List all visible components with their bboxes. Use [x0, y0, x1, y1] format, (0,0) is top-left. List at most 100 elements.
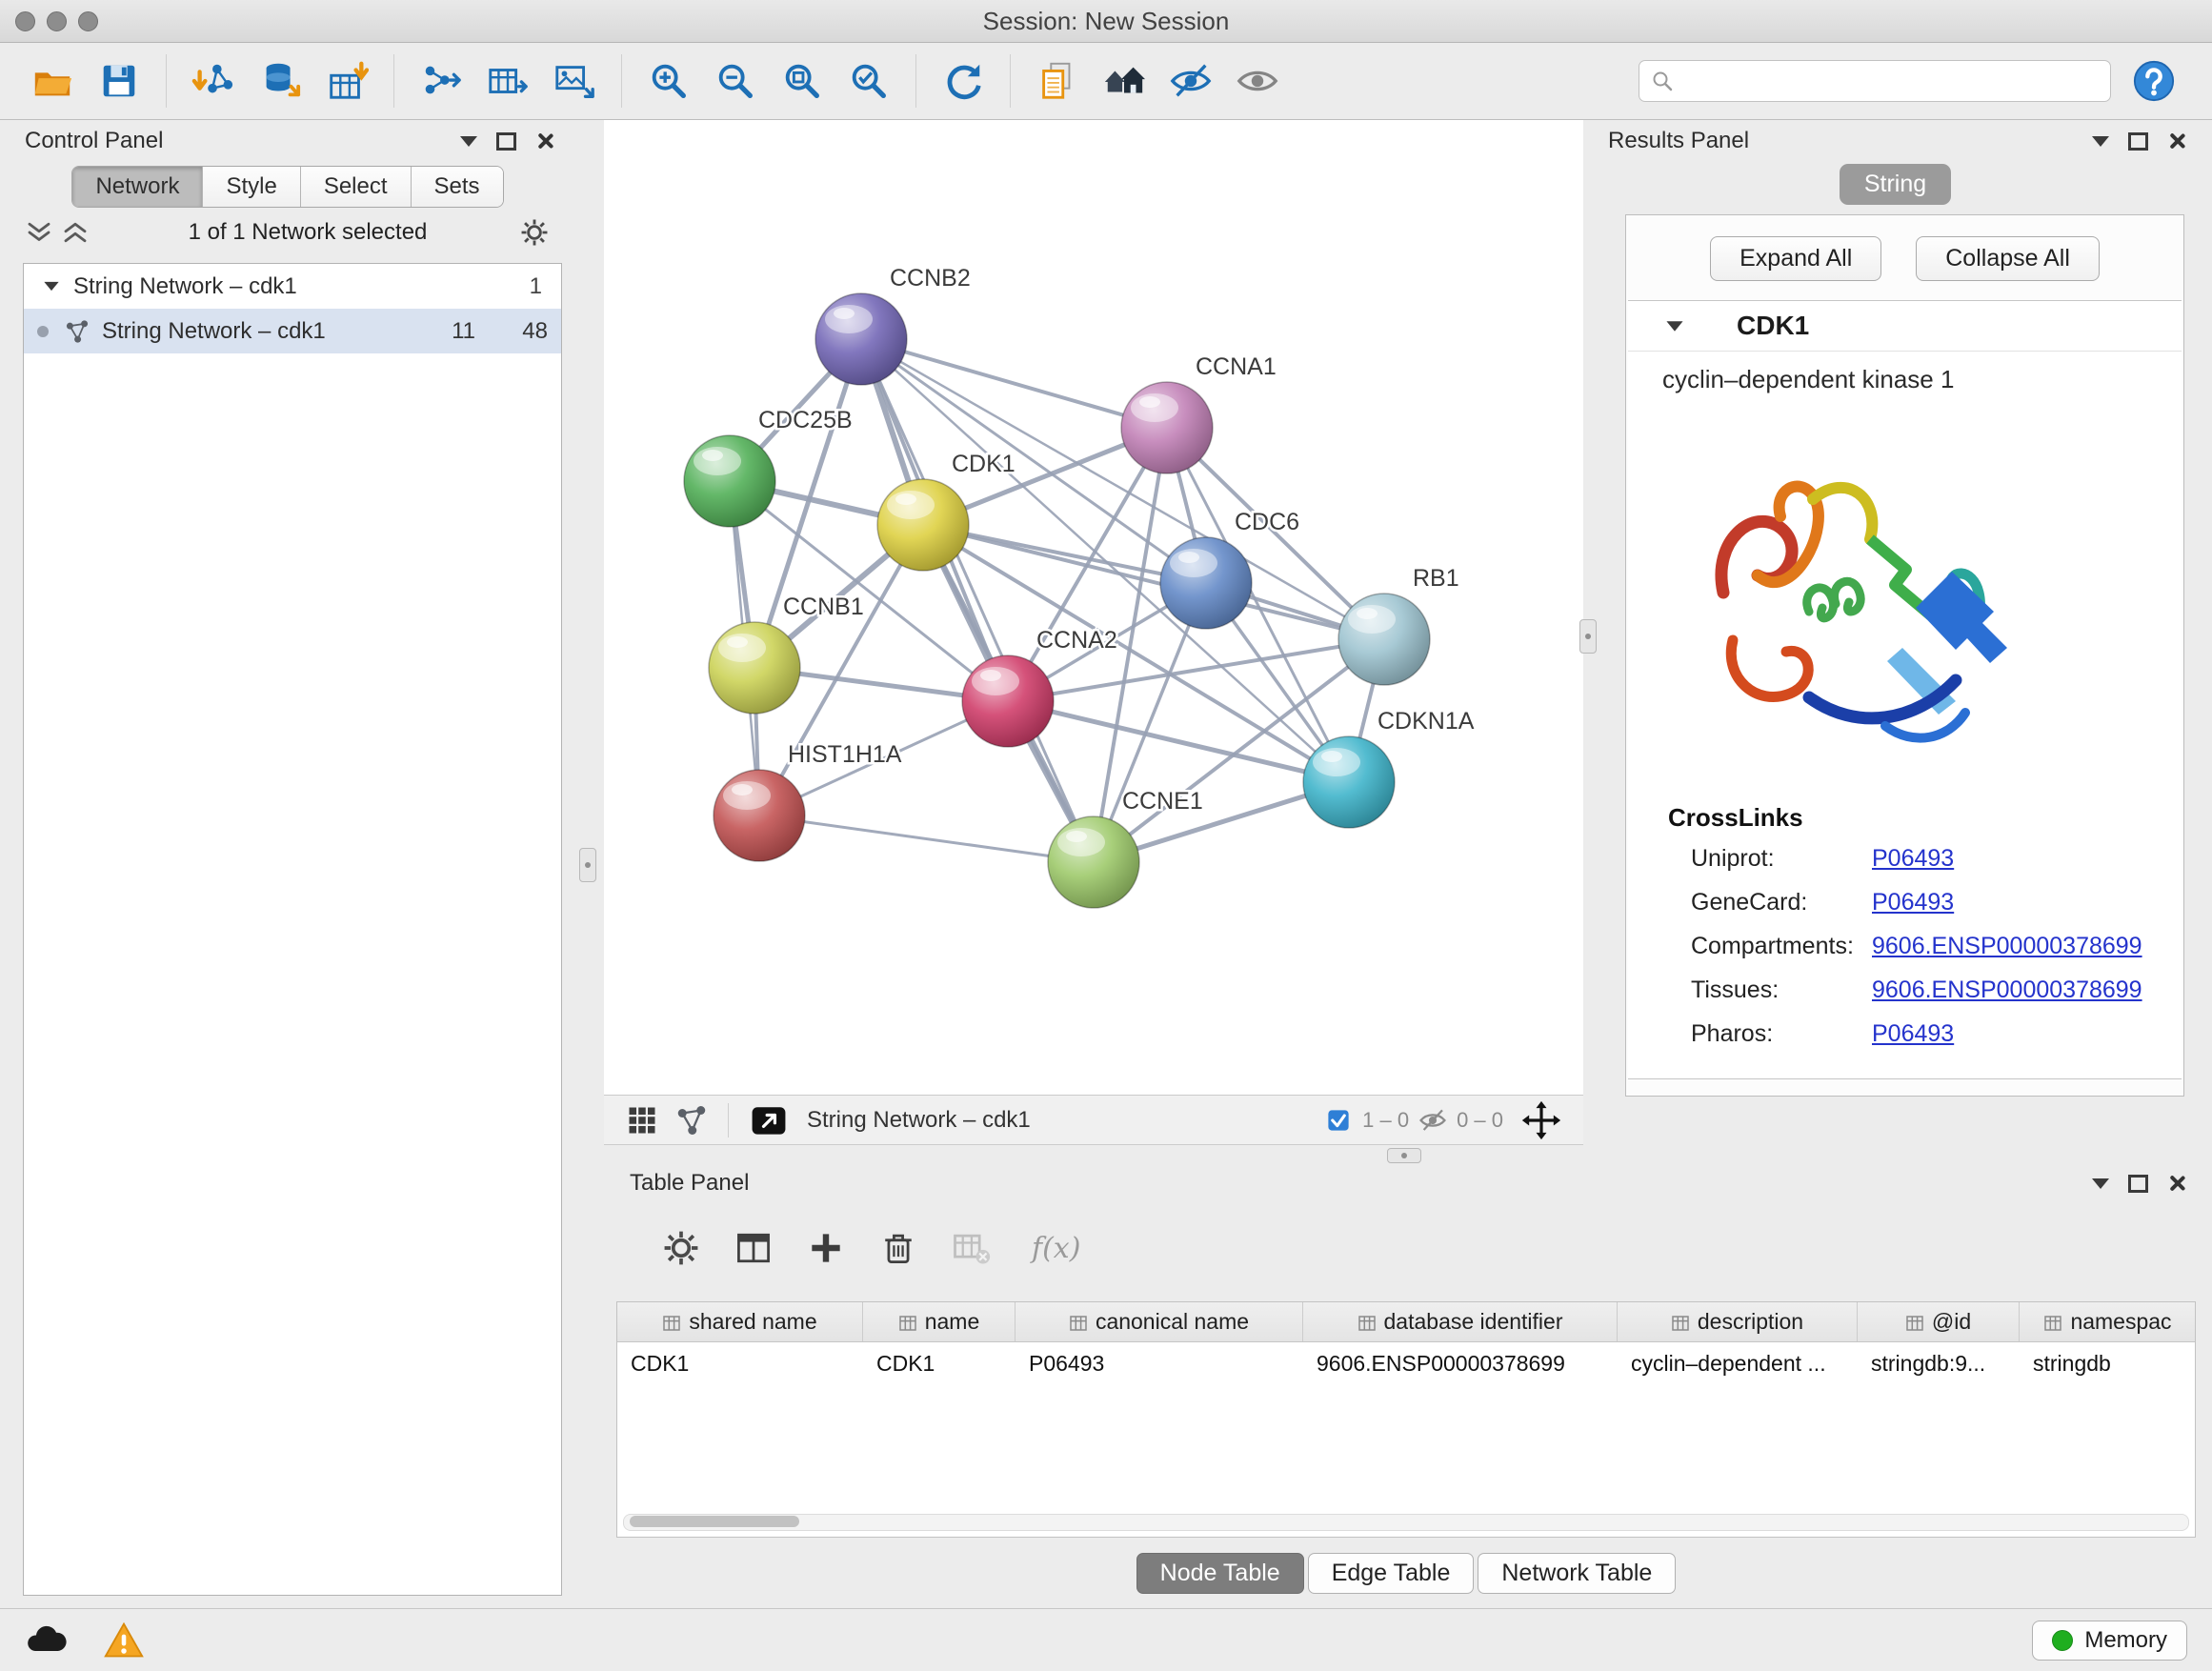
network-collection-row[interactable]: String Network – cdk1 1	[24, 264, 561, 309]
crosslink-link[interactable]: 9606.ENSP00000378699	[1872, 976, 2142, 1004]
panel-menu-icon[interactable]	[2092, 1178, 2109, 1189]
network-node-HIST1H1A[interactable]: HIST1H1A	[714, 741, 902, 861]
column-header-@id[interactable]: @id	[1858, 1302, 2020, 1341]
panel-float-icon[interactable]	[496, 132, 516, 151]
network-view[interactable]: CCNB2CCNA1CDC25BCDK1CDC6RB1CCNB1CCNA2CDK…	[604, 120, 1583, 1095]
hidden-elements-icon[interactable]	[1418, 1106, 1447, 1135]
column-header-database-identifier[interactable]: database identifier	[1303, 1302, 1618, 1341]
network-edge-HIST1H1A-CCNE1[interactable]	[759, 815, 1094, 862]
table-cell[interactable]: P06493	[1016, 1351, 1303, 1377]
grid-view-icon[interactable]	[625, 1103, 659, 1137]
network-edge-CCNB2-CCNA1[interactable]	[861, 339, 1167, 428]
tab-style[interactable]: Style	[203, 167, 300, 207]
tab-node-table[interactable]: Node Table	[1136, 1553, 1304, 1594]
scrollbar-thumb[interactable]	[630, 1516, 799, 1527]
table-options-gear-icon[interactable]	[660, 1227, 702, 1269]
birdseye-view-icon[interactable]	[748, 1099, 790, 1141]
open-session-icon[interactable]	[29, 57, 76, 105]
network-node-CDC6[interactable]: CDC6	[1160, 509, 1299, 629]
panel-float-icon[interactable]	[2128, 1175, 2148, 1193]
crosslink-link[interactable]: 9606.ENSP00000378699	[1872, 933, 2142, 960]
network-canvas[interactable]: CCNB2CCNA1CDC25BCDK1CDC6RB1CCNB1CCNA2CDK…	[604, 120, 1583, 1095]
tab-network[interactable]: Network	[72, 167, 203, 207]
crosslink-label: Uniprot:	[1691, 845, 1872, 873]
cloud-status-icon[interactable]	[25, 1620, 67, 1661]
function-builder-icon[interactable]: f(x)	[1032, 1232, 1080, 1265]
save-session-icon[interactable]	[95, 57, 143, 105]
tab-sets[interactable]: Sets	[412, 167, 503, 207]
table-cell[interactable]: 9606.ENSP00000378699	[1303, 1351, 1618, 1377]
network-node-RB1[interactable]: RB1	[1338, 565, 1459, 685]
import-network-icon[interactable]	[190, 57, 237, 105]
panel-float-icon[interactable]	[2128, 132, 2148, 151]
protein-disclosure-icon[interactable]	[1666, 321, 1682, 331]
panel-close-icon[interactable]	[535, 131, 554, 151]
search-input[interactable]	[1681, 67, 2099, 95]
panel-menu-icon[interactable]	[460, 136, 477, 147]
import-network-from-database-icon[interactable]	[256, 57, 304, 105]
export-table-icon[interactable]	[484, 57, 532, 105]
collapse-all-networks-icon[interactable]	[61, 218, 90, 247]
show-columns-icon[interactable]	[733, 1227, 774, 1269]
network-node-CDK1[interactable]: CDK1	[877, 451, 1016, 571]
toggle-graphics-details-icon[interactable]	[1167, 57, 1215, 105]
crosslink-link[interactable]: P06493	[1872, 1020, 1954, 1048]
show-hide-icon[interactable]	[1234, 57, 1281, 105]
add-column-icon[interactable]	[805, 1227, 847, 1269]
export-image-icon[interactable]	[551, 57, 598, 105]
snapshot-document-icon[interactable]	[1034, 57, 1081, 105]
panel-close-icon[interactable]	[2167, 131, 2186, 151]
import-table-icon[interactable]	[323, 57, 371, 105]
column-header-namespac[interactable]: namespac	[2020, 1302, 2196, 1341]
collapse-all-button[interactable]: Collapse All	[1916, 236, 2100, 281]
network-node-CDKN1A[interactable]: CDKN1A	[1303, 708, 1475, 828]
panel-close-icon[interactable]	[2167, 1174, 2186, 1193]
network-node-CDC25B[interactable]: CDC25B	[684, 407, 853, 527]
zoom-selected-icon[interactable]	[845, 57, 893, 105]
network-node-CCNB2[interactable]: CCNB2	[815, 265, 971, 385]
collection-disclosure-icon[interactable]	[44, 282, 58, 291]
tab-select[interactable]: Select	[301, 167, 412, 207]
table-cell[interactable]: CDK1	[863, 1351, 1016, 1377]
network-node-CCNB1[interactable]: CCNB1	[709, 594, 864, 714]
selected-nodes-checkbox-icon[interactable]	[1324, 1106, 1353, 1135]
help-icon[interactable]	[2132, 59, 2176, 103]
network-edge-CCNB2-CCNE1[interactable]	[861, 339, 1094, 862]
warnings-icon[interactable]	[103, 1620, 145, 1661]
tab-network-table[interactable]: Network Table	[1478, 1553, 1676, 1594]
tab-edge-table[interactable]: Edge Table	[1308, 1553, 1475, 1594]
delete-column-icon[interactable]	[877, 1227, 919, 1269]
refresh-layout-icon[interactable]	[939, 57, 987, 105]
column-header-canonical-name[interactable]: canonical name	[1016, 1302, 1303, 1341]
table-cell[interactable]: stringdb	[2020, 1351, 2196, 1377]
table-cell[interactable]: stringdb:9...	[1858, 1351, 2020, 1377]
network-overview-icon[interactable]	[1100, 57, 1148, 105]
network-row-selected[interactable]: String Network – cdk1 11 48	[24, 309, 561, 353]
crosslink-link[interactable]: P06493	[1872, 889, 1954, 916]
column-header-shared-name[interactable]: shared name	[617, 1302, 863, 1341]
expand-all-button[interactable]: Expand All	[1710, 236, 1881, 281]
crosslink-link[interactable]: P06493	[1872, 845, 1954, 873]
network-node-CCNA1[interactable]: CCNA1	[1121, 353, 1277, 473]
memory-button[interactable]: Memory	[2032, 1621, 2187, 1661]
panel-menu-icon[interactable]	[2092, 136, 2109, 147]
splitter-handle[interactable]	[579, 848, 596, 882]
network-node-CCNE1[interactable]: CCNE1	[1048, 788, 1203, 908]
column-header-name[interactable]: name	[863, 1302, 1016, 1341]
table-horizontal-scrollbar[interactable]	[623, 1514, 2189, 1531]
splitter-handle[interactable]	[1387, 1148, 1421, 1163]
table-row[interactable]: CDK1CDK1P064939606.ENSP00000378699cyclin…	[617, 1342, 2195, 1384]
expand-all-networks-icon[interactable]	[25, 218, 53, 247]
zoom-in-icon[interactable]	[645, 57, 693, 105]
table-cell[interactable]: cyclin–dependent ...	[1618, 1351, 1858, 1377]
export-network-icon[interactable]	[417, 57, 465, 105]
network-options-gear-icon[interactable]	[518, 216, 551, 249]
network-edge-CDK1-RB1[interactable]	[923, 525, 1384, 639]
zoom-out-icon[interactable]	[712, 57, 759, 105]
pan-tool-icon[interactable]	[1520, 1099, 1562, 1141]
column-header-description[interactable]: description	[1618, 1302, 1858, 1341]
network-view-share-icon[interactable]	[674, 1103, 709, 1137]
tab-string[interactable]: String	[1840, 164, 1951, 205]
zoom-fit-icon[interactable]	[778, 57, 826, 105]
table-cell[interactable]: CDK1	[617, 1351, 863, 1377]
